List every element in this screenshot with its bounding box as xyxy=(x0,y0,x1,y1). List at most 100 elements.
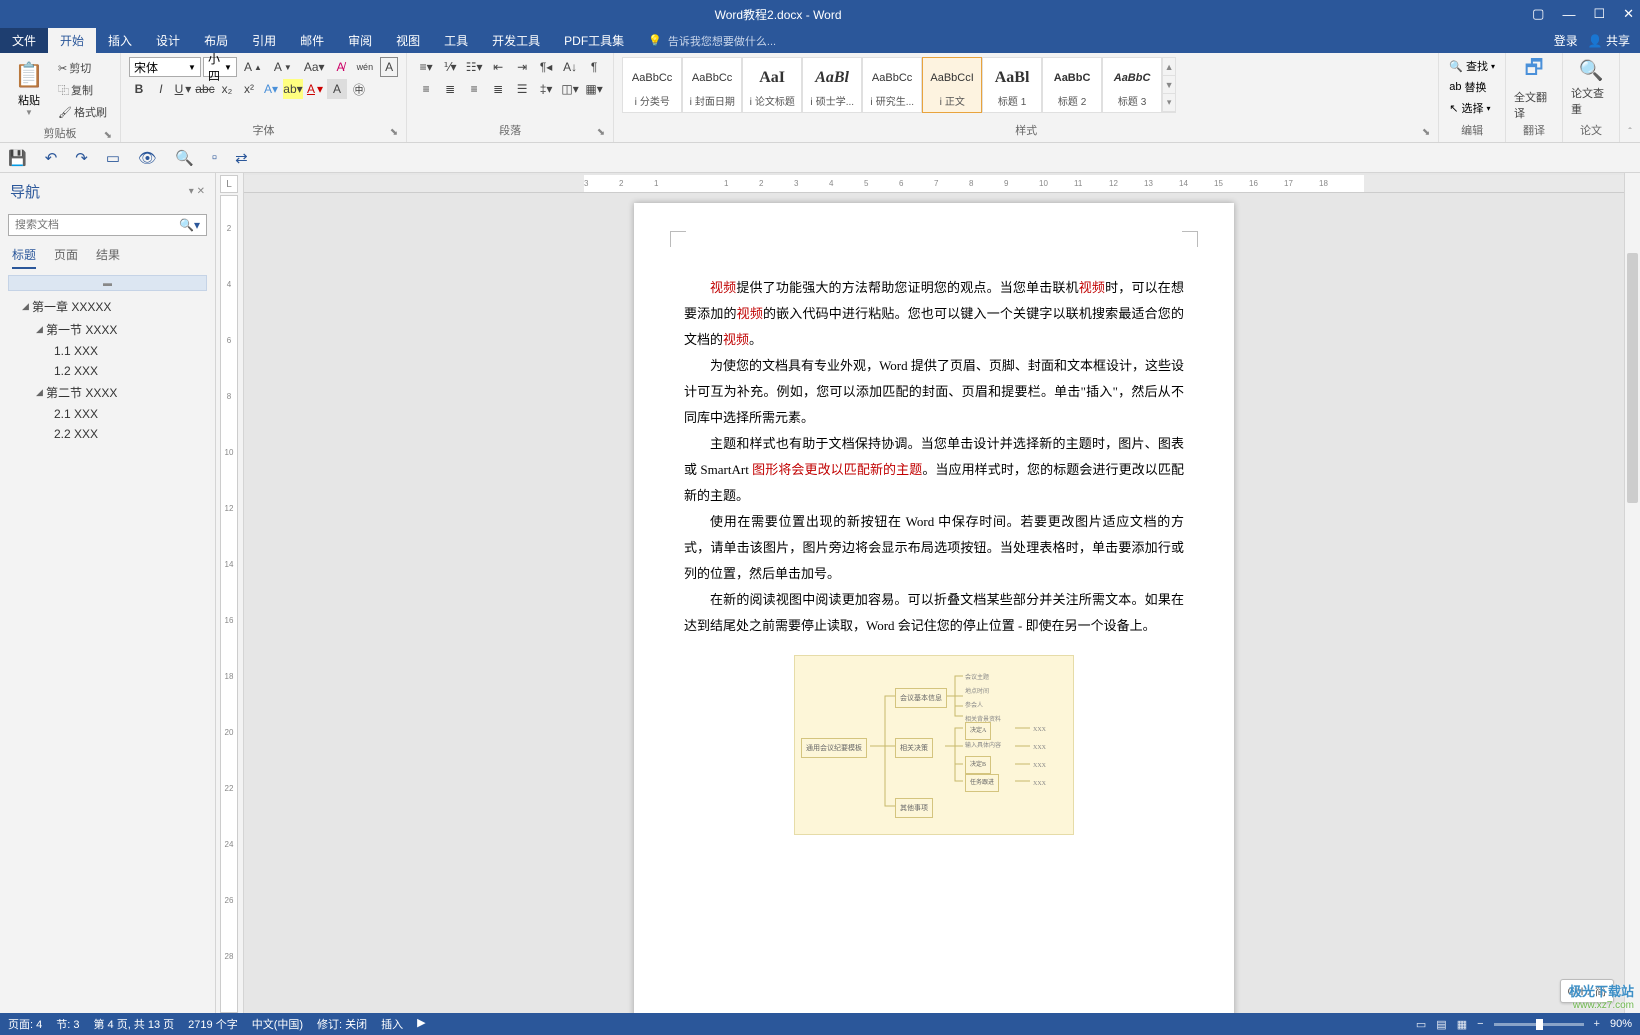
copy-button[interactable]: ⿻复制 xyxy=(53,79,112,101)
zoom-out-button[interactable]: − xyxy=(1477,1018,1483,1030)
decrease-indent-button[interactable]: ⇤ xyxy=(487,57,509,77)
tab-file[interactable]: 文件 xyxy=(0,28,48,53)
font-name-combo[interactable]: 宋体▼ xyxy=(129,57,201,77)
paragraph[interactable]: 为使您的文档具有专业外观，Word 提供了页眉、页脚、封面和文本框设计，这些设计… xyxy=(684,353,1184,431)
nav-item[interactable]: 1.1 XXX xyxy=(8,341,207,361)
tell-me-search[interactable]: 💡告诉我您想要做什么... xyxy=(636,28,1554,53)
status-track[interactable]: 修订: 关闭 xyxy=(317,1016,367,1032)
horizontal-ruler[interactable]: 321123456789101112131415161718 xyxy=(244,175,1624,193)
tab-view[interactable]: 视图 xyxy=(384,28,432,53)
phonetic-button[interactable]: wén xyxy=(352,59,379,75)
select-button[interactable]: ↖选择▾ xyxy=(1447,99,1492,117)
style-item[interactable]: AaBbC标题 2 xyxy=(1042,57,1102,113)
underline-button[interactable]: U▾ xyxy=(173,79,193,99)
close-icon[interactable]: ✕ xyxy=(1623,6,1634,22)
style-item[interactable]: AaBbCcⅰ 分类号 xyxy=(622,57,682,113)
page[interactable]: 视频提供了功能强大的方法帮助您证明您的观点。当您单击联机视频时，可以在想要添加的… xyxy=(634,203,1234,1013)
minimize-icon[interactable]: — xyxy=(1562,7,1575,22)
cut-button[interactable]: ✂剪切 xyxy=(53,57,112,79)
align-right-button[interactable]: ≡ xyxy=(463,79,485,99)
style-item[interactable]: AaBlⅰ 硕士学... xyxy=(802,57,862,113)
distribute-button[interactable]: ☰ xyxy=(511,79,533,99)
nav-jump-top[interactable]: ▬ xyxy=(8,275,207,291)
page-button[interactable]: ▫ xyxy=(212,149,217,166)
nav-tab-headings[interactable]: 标题 xyxy=(12,246,36,269)
italic-button[interactable]: I xyxy=(151,79,171,99)
font-size-combo[interactable]: 小四▼ xyxy=(203,57,237,77)
launcher-icon[interactable]: ⬊ xyxy=(104,130,112,141)
grow-font-button[interactable]: A▲ xyxy=(239,57,267,77)
view-print-icon[interactable]: ▤ xyxy=(1436,1018,1446,1031)
redo-button[interactable]: ↷ xyxy=(75,149,88,167)
zoom-level[interactable]: 90% xyxy=(1610,1018,1632,1030)
preview-button[interactable]: 👁 xyxy=(138,149,157,167)
font-color-button[interactable]: A▾ xyxy=(305,79,325,99)
collapse-ribbon-icon[interactable]: ˆ xyxy=(1628,127,1631,138)
launcher-icon[interactable]: ⬊ xyxy=(1422,127,1430,138)
paste-button[interactable]: 📋 粘贴 ▼ xyxy=(8,57,50,121)
paragraph[interactable]: 使用在需要位置出现的新按钮在 Word 中保存时间。若要更改图片适应文档的方式，… xyxy=(684,509,1184,587)
shrink-font-button[interactable]: A▼ xyxy=(269,57,297,77)
bullets-button[interactable]: ≡▾ xyxy=(415,57,437,77)
tab-home[interactable]: 开始 xyxy=(48,28,96,53)
status-section[interactable]: 节: 3 xyxy=(56,1016,79,1032)
tab-review[interactable]: 审阅 xyxy=(336,28,384,53)
paragraph[interactable]: 在新的阅读视图中阅读更加容易。可以折叠文档某些部分并关注所需文本。如果在达到结尾… xyxy=(684,587,1184,639)
paper-check-button[interactable]: 🔍论文查重 xyxy=(1571,57,1611,117)
save-button[interactable]: 💾 xyxy=(8,149,27,167)
subscript-button[interactable]: x₂ xyxy=(217,79,237,99)
superscript-button[interactable]: x² xyxy=(239,79,259,99)
nav-item[interactable]: 2.2 XXX xyxy=(8,424,207,444)
nav-tab-results[interactable]: 结果 xyxy=(96,246,120,269)
login-button[interactable]: 登录 xyxy=(1554,32,1578,49)
replace-button[interactable]: ab替换 xyxy=(1447,78,1488,96)
char-border-button[interactable]: A xyxy=(380,57,398,77)
tab-design[interactable]: 设计 xyxy=(144,28,192,53)
style-item[interactable]: AaBbC标题 3 xyxy=(1102,57,1162,113)
highlight-button[interactable]: ab▾ xyxy=(283,79,303,99)
clear-format-button[interactable]: A̸ xyxy=(332,57,350,77)
status-words[interactable]: 2719 个字 xyxy=(188,1016,238,1032)
justify-button[interactable]: ≣ xyxy=(487,79,509,99)
zoom-slider[interactable] xyxy=(1494,1023,1584,1026)
share-button[interactable]: 👤 共享 xyxy=(1588,32,1630,49)
translate-button[interactable]: 🗗全文翻译 xyxy=(1514,57,1554,117)
ribbon-display-icon[interactable]: ▢ xyxy=(1532,6,1544,22)
strike-button[interactable]: abc xyxy=(195,79,215,99)
nav-search[interactable]: 🔍▾ xyxy=(8,214,207,236)
style-item[interactable]: AaBl标题 1 xyxy=(982,57,1042,113)
style-item[interactable]: AaBbCcⅰ 封面日期 xyxy=(682,57,742,113)
status-page[interactable]: 页面: 4 xyxy=(8,1016,42,1032)
align-left-button[interactable]: ≡ xyxy=(415,79,437,99)
search-icon[interactable]: 🔍▾ xyxy=(179,218,200,232)
expand-icon[interactable]: ▾ xyxy=(1163,94,1175,112)
tab-mailings[interactable]: 邮件 xyxy=(288,28,336,53)
nav-item[interactable]: ◢第二节 XXXX xyxy=(8,381,207,404)
tab-references[interactable]: 引用 xyxy=(240,28,288,53)
tab-developer[interactable]: 开发工具 xyxy=(480,28,552,53)
maximize-icon[interactable]: ☐ xyxy=(1593,6,1605,22)
status-insert[interactable]: 插入 xyxy=(381,1016,403,1032)
style-item[interactable]: AaBbCcⅰ 研究生... xyxy=(862,57,922,113)
find2-button[interactable]: 🔍 xyxy=(175,149,194,167)
switch-button[interactable]: ⇄ xyxy=(235,149,248,167)
borders-button[interactable]: ▦▾ xyxy=(583,79,605,99)
enclose-char-button[interactable]: ㊥ xyxy=(349,79,369,99)
ltr-button[interactable]: ¶◂ xyxy=(535,57,557,77)
shading-button[interactable]: ◫▾ xyxy=(559,79,581,99)
undo-button[interactable]: ↶ xyxy=(45,149,58,167)
status-macro-icon[interactable]: ▶ xyxy=(417,1016,425,1032)
scrollbar-thumb[interactable] xyxy=(1627,253,1638,503)
multilevel-button[interactable]: ☷▾ xyxy=(463,57,485,77)
launcher-icon[interactable]: ⬊ xyxy=(597,127,605,138)
paragraph[interactable]: 主题和样式也有助于文档保持协调。当您单击设计并选择新的主题时，图片、图表或 Sm… xyxy=(684,431,1184,509)
bold-button[interactable]: B xyxy=(129,79,149,99)
status-page-of[interactable]: 第 4 页, 共 13 页 xyxy=(93,1016,174,1032)
nav-close-icon[interactable]: ✕ xyxy=(197,186,205,197)
chevron-up-icon[interactable]: ▲ xyxy=(1163,58,1175,76)
vertical-ruler[interactable]: 246810121416182022242628 xyxy=(220,195,238,1013)
smartart-diagram[interactable]: 通用会议纪要模板 会议基本信息 相关决策 其他事项 会议主题 地点时间 参会人 … xyxy=(684,655,1184,835)
increase-indent-button[interactable]: ⇥ xyxy=(511,57,533,77)
format-painter-button[interactable]: 🖌格式刷 xyxy=(53,101,112,123)
line-spacing-button[interactable]: ‡▾ xyxy=(535,79,557,99)
